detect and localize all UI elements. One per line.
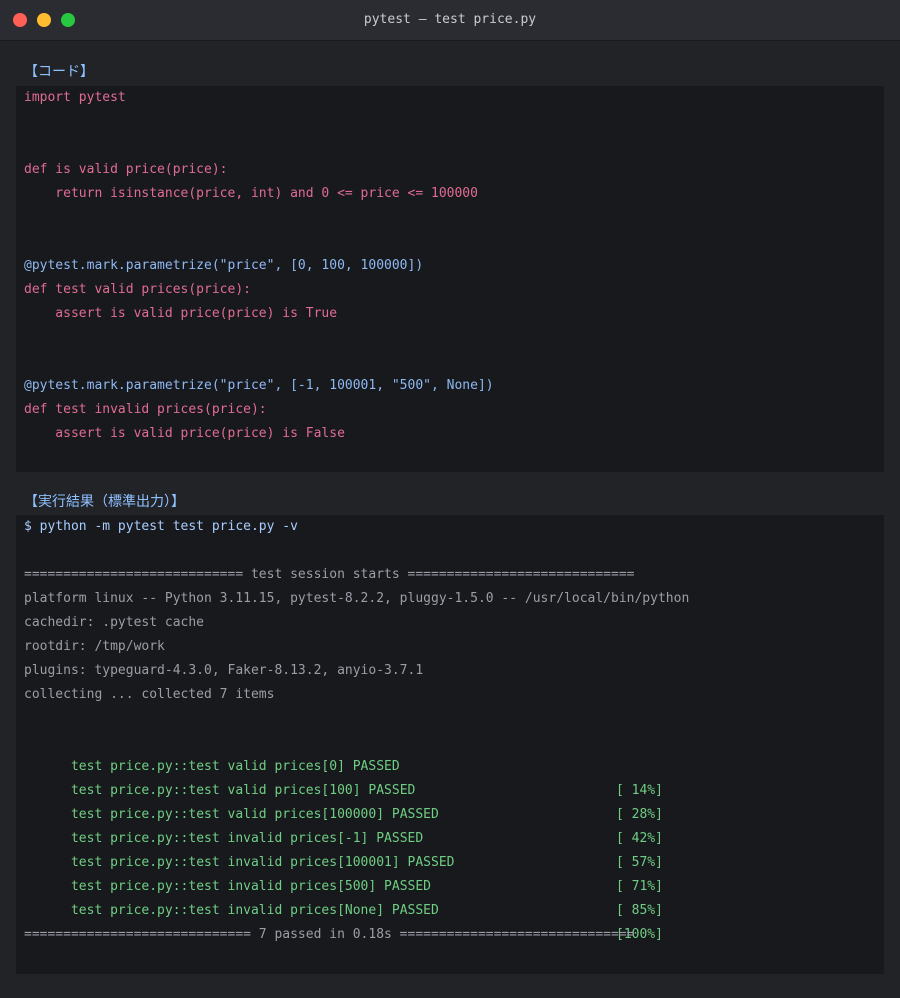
decorator-line: @pytest.mark.parametrize("price", [0, 10… xyxy=(24,258,424,273)
code-line: import pytest xyxy=(24,90,126,105)
command-line: $ python -m pytest test price.py -v xyxy=(24,519,298,534)
output-section-label: 【実行結果（標準出力）】 xyxy=(24,494,185,510)
test-progress-percent: [ 85%] xyxy=(616,903,663,918)
test-result-row: test price.py::test invalid prices[None]… xyxy=(24,875,884,942)
code-line: assert is valid price(price) is True xyxy=(24,306,338,321)
title-bar: pytest — test price.py xyxy=(0,0,900,41)
platform-line: platform linux -- Python 3.11.15, pytest… xyxy=(24,591,690,606)
terminal-window: pytest — test price.py 【コード】 import pyte… xyxy=(0,0,900,998)
code-line: def is valid price(price): xyxy=(24,162,228,177)
test-result-row: test price.py::test valid prices[100] PA… xyxy=(24,755,884,822)
test-result-row: test price.py::test valid prices[0] PASS… xyxy=(24,731,884,798)
code-line: return isinstance(price, int) and 0 <= p… xyxy=(24,186,478,201)
code-line: def test invalid prices(price): xyxy=(24,402,267,417)
plugins-line: plugins: typeguard-4.3.0, Faker-8.13.2, … xyxy=(24,663,424,678)
cachedir-line: cachedir: .pytest cache xyxy=(24,615,205,630)
rootdir-line: rootdir: /tmp/work xyxy=(24,639,165,654)
collecting-line: collecting ... collected 7 items xyxy=(24,687,275,702)
output-panel: $ python -m pytest test price.py -v ====… xyxy=(16,515,884,974)
code-line: assert is valid price(price) is False xyxy=(24,426,345,441)
code-line: def test valid prices(price): xyxy=(24,282,251,297)
code-panel: import pytest def is valid price(price):… xyxy=(16,86,884,472)
session-header: ============================ test sessio… xyxy=(24,567,635,582)
summary-line: ============================= 7 passed i… xyxy=(24,927,635,942)
test-result-row: test price.py::test invalid prices[500] … xyxy=(24,851,884,918)
window-title: pytest — test price.py xyxy=(363,12,537,27)
decorator-line: @pytest.mark.parametrize("price", [-1, 1… xyxy=(24,378,494,393)
test-result-row: test price.py::test valid prices[100000]… xyxy=(24,779,884,846)
test-result-row: test price.py::test invalid prices[10000… xyxy=(24,827,884,894)
code-section-label: 【コード】 xyxy=(24,64,94,80)
test-result-text: test price.py::test invalid prices[None]… xyxy=(70,903,439,918)
test-result-row: test price.py::test invalid prices[-1] P… xyxy=(24,803,884,870)
